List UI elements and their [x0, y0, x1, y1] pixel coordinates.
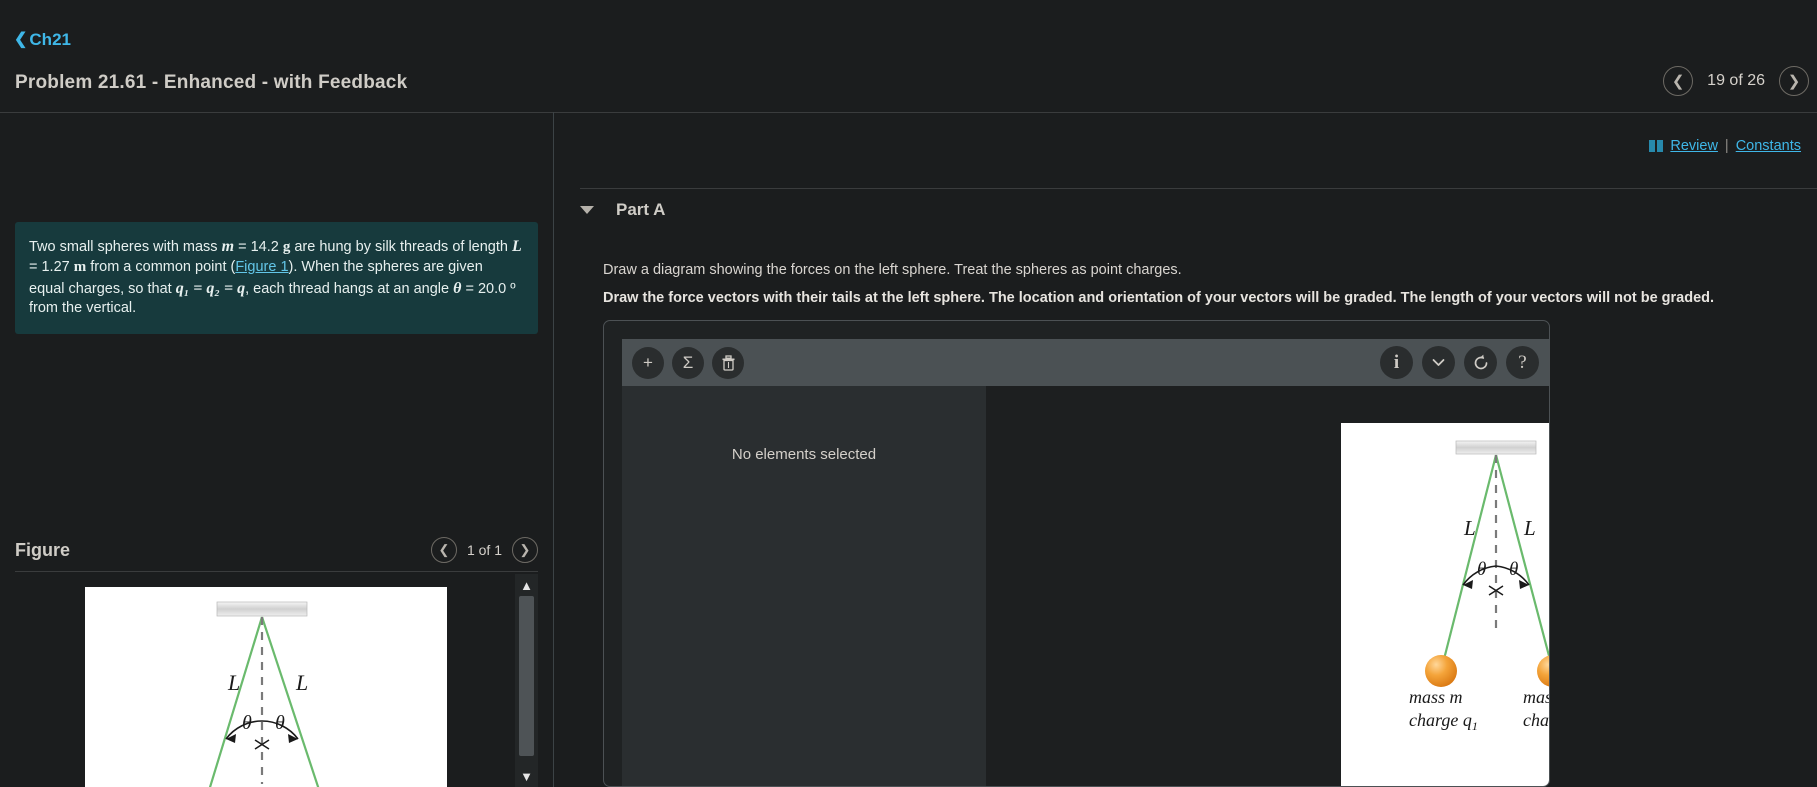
canvas-caption-left-mass: mass m — [1409, 687, 1463, 707]
chevron-right-icon: ❯ — [1787, 73, 1801, 90]
part-a-instruction-plain: Draw a diagram showing the forces on the… — [603, 262, 1182, 278]
canvas-label-theta-right: θ — [1509, 559, 1518, 580]
problem-text-1: Two small spheres with mass — [29, 239, 222, 255]
label-L-left: L — [227, 670, 240, 695]
page-body: Two small spheres with mass m = 14.2 g a… — [0, 112, 1817, 787]
figure-header: Figure ❮ 1 of 1 ❯ — [15, 537, 538, 563]
pager-label: 19 of 26 — [1707, 72, 1765, 89]
review-link[interactable]: Review — [1670, 138, 1718, 154]
canvas-pendulum-diagram-svg: L L θ θ mass m charge q1 mass m charge q… — [1409, 440, 1550, 733]
unit-meters: m — [73, 258, 87, 275]
help-button[interactable]: ? — [1506, 346, 1539, 379]
scrollbar-thumb[interactable] — [519, 596, 534, 756]
sigma-icon: Σ — [682, 352, 694, 372]
info-button[interactable]: i — [1380, 346, 1413, 379]
chevron-right-icon: ❯ — [519, 542, 531, 557]
trash-icon — [722, 354, 734, 371]
problem-eq-2: = 1.27 — [29, 258, 74, 275]
problem-text-2: are hung by silk threads of length — [290, 239, 512, 255]
figure-pager: ❮ 1 of 1 ❯ — [430, 537, 538, 563]
book-icon — [1649, 140, 1664, 152]
chevron-up-icon[interactable]: ▲ — [515, 574, 538, 596]
info-icon: i — [1393, 351, 1400, 373]
collapse-button[interactable] — [1422, 346, 1455, 379]
constants-link[interactable]: Constants — [1736, 138, 1801, 154]
label-theta-left: θ — [242, 712, 252, 734]
problem-eq-1: = 14.2 — [234, 239, 283, 255]
resource-links: Review | Constants — [1649, 138, 1801, 154]
left-column: Two small spheres with mass m = 14.2 g a… — [0, 112, 553, 787]
question-mark-icon: ? — [1518, 351, 1527, 373]
no-elements-message: No elements selected — [731, 446, 877, 463]
problem-text-5: , each thread hangs at an angle — [245, 280, 454, 297]
link-separator: | — [1724, 138, 1729, 154]
plus-icon: + — [643, 352, 653, 372]
canvas-caption-right-mass: mass m — [1523, 687, 1550, 707]
part-a-header[interactable]: Part A — [580, 200, 665, 220]
label-L-right: L — [295, 670, 308, 695]
figure-scrollbar[interactable]: ▲ ▼ — [515, 574, 538, 787]
chevron-left-icon: ❮ — [1671, 73, 1685, 90]
figure-title: Figure — [15, 539, 71, 560]
vector-drawing-widget[interactable]: + Σ i ? No elements selected L L θ θ mas… — [603, 320, 1550, 787]
canvas-figure-image: L L θ θ mass m charge q1 mass m charge q… — [1341, 423, 1550, 786]
prev-problem-button[interactable]: ❮ — [1663, 66, 1694, 96]
scrollbar-track[interactable] — [519, 596, 534, 765]
breadcrumb-label: Ch21 — [29, 30, 71, 49]
figure-viewport: L L θ θ mass m charge q1 mass m charge q… — [15, 574, 538, 787]
canvas-toolbar-right: i ? — [1371, 346, 1539, 379]
figure-image: L L θ θ mass m charge q1 mass m charge q… — [85, 587, 447, 787]
canvas-drawing-area[interactable]: L L θ θ mass m charge q1 mass m charge q… — [986, 386, 1549, 786]
part-a-divider — [580, 188, 1817, 189]
add-element-button[interactable]: + — [632, 346, 664, 379]
problem-statement: Two small spheres with mass m = 14.2 g a… — [15, 222, 538, 335]
figure-pager-label: 1 of 1 — [466, 542, 502, 558]
charge-equation: q₁ = q₂ = q — [175, 279, 246, 297]
canvas-label-L-right: L — [1523, 516, 1536, 540]
next-problem-button[interactable]: ❯ — [1779, 66, 1809, 96]
caret-down-icon[interactable] — [580, 206, 594, 214]
figure-divider — [15, 571, 538, 572]
page-header: ❮ Ch21 Problem 21.61 - Enhanced - with F… — [0, 0, 1817, 113]
page-title: Problem 21.61 - Enhanced - with Feedback — [15, 72, 408, 93]
canvas-label-L-left: L — [1463, 516, 1476, 540]
canvas-caption-left-charge: charge q1 — [1409, 710, 1478, 733]
problem-text-3: from a common point ( — [86, 258, 236, 275]
chevron-down-icon[interactable]: ▼ — [515, 765, 538, 787]
canvas-properties-panel[interactable]: No elements selected — [622, 386, 986, 786]
variable-L: L — [512, 238, 522, 255]
undo-icon — [1474, 354, 1487, 369]
problem-pager: ❮ 19 of 26 ❯ — [1663, 66, 1809, 96]
figure-prev-button[interactable]: ❮ — [430, 537, 457, 563]
canvas-caption-right-charge: charge q2 — [1523, 710, 1550, 733]
undo-button[interactable] — [1464, 346, 1497, 379]
delete-button[interactable] — [712, 346, 744, 379]
chevron-left-icon: ❮ — [438, 542, 450, 557]
pendulum-diagram-svg: L L θ θ mass m charge q1 mass m charge q… — [208, 601, 320, 787]
breadcrumb-ch21[interactable]: ❮ Ch21 — [14, 30, 71, 50]
part-a-label: Part A — [616, 200, 666, 219]
label-theta-right: θ — [275, 712, 285, 734]
right-column: Review | Constants Part A Draw a diagram… — [554, 112, 1817, 787]
canvas-label-theta-left: θ — [1477, 559, 1486, 580]
part-a-instruction-bold: Draw the force vectors with their tails … — [603, 290, 1715, 306]
variable-m: m — [221, 238, 235, 255]
figure-1-link[interactable]: Figure 1 — [235, 259, 288, 275]
figure-next-button[interactable]: ❯ — [512, 537, 538, 563]
chevron-down-icon — [1432, 359, 1445, 366]
canvas-toolbar: + Σ i ? — [622, 339, 1549, 386]
chevron-left-icon: ❮ — [14, 31, 28, 48]
sum-button[interactable]: Σ — [672, 346, 704, 379]
